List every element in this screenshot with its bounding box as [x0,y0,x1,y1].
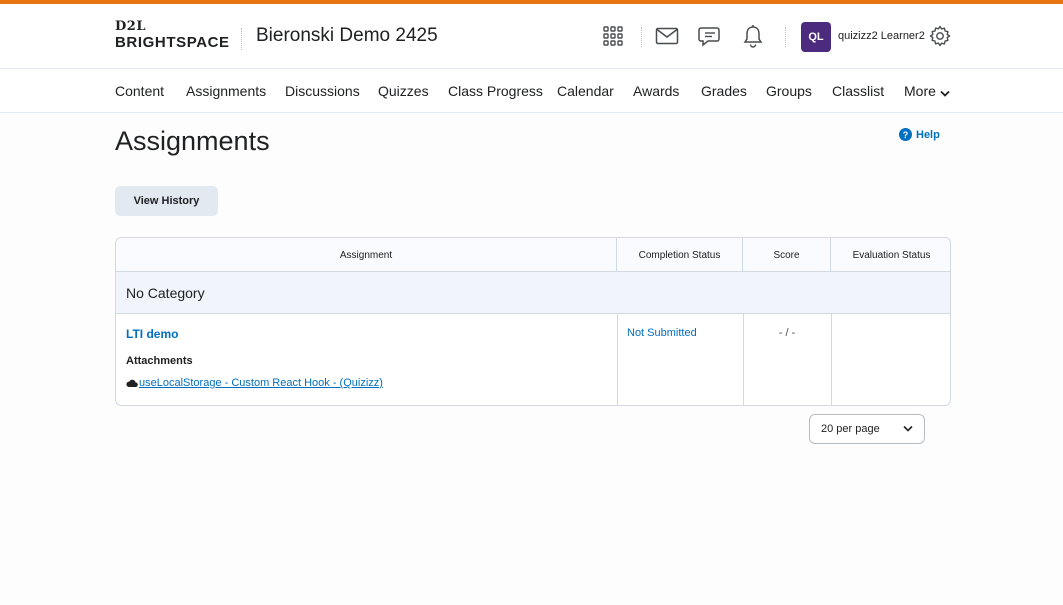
assignments-table: Assignment Completion Status Score Evalu… [115,237,951,406]
header-divider [785,27,786,47]
grid-icon[interactable] [601,24,625,48]
nav-content[interactable]: Content [115,83,164,99]
category-row: No Category [116,272,950,314]
help-link[interactable]: ? Help [899,128,940,141]
chevron-down-icon [940,84,950,100]
per-page-select[interactable]: 20 per page [809,414,925,444]
nav-more-label: More [904,83,936,99]
help-label: Help [916,128,940,141]
course-title[interactable]: Bieronski Demo 2425 [256,25,438,47]
nav-class-progress[interactable]: Class Progress [448,83,543,99]
chevron-down-icon [903,423,913,435]
column-divider [831,314,832,405]
nav-discussions[interactable]: Discussions [285,83,360,99]
score-value: - / - [778,327,796,339]
username[interactable]: quizizz2 Learner2 [838,30,925,42]
per-page-value: 20 per page [821,423,880,435]
nav-groups[interactable]: Groups [766,83,812,99]
nav-grades[interactable]: Grades [701,83,747,99]
nav-awards[interactable]: Awards [633,83,679,99]
header-divider [641,27,642,47]
nav-more[interactable]: More [904,83,950,100]
help-icon: ? [899,128,912,141]
header-divider [241,28,242,50]
cloud-icon [126,378,138,388]
column-header-assignment[interactable]: Assignment [116,238,617,272]
attachments-label: Attachments [126,355,193,367]
assignment-link[interactable]: LTI demo [126,327,178,341]
chat-icon[interactable] [698,24,722,48]
header: D2L BRIGHTSPACE Bieronski Demo 2425 QL q… [0,4,1063,69]
table-header-row: Assignment Completion Status Score Evalu… [116,238,950,272]
attachment-label: useLocalStorage - Custom React Hook - (Q… [139,377,383,389]
brightspace-logo[interactable]: D2L BRIGHTSPACE [115,20,230,51]
page-title: Assignments [115,126,270,156]
column-header-score[interactable]: Score [743,238,831,272]
bell-icon[interactable] [741,24,765,48]
main-content: Assignments ? Help View History Assignme… [0,113,1063,605]
view-history-button[interactable]: View History [115,186,218,216]
category-label: No Category [126,285,205,301]
course-navbar: Content Assignments Discussions Quizzes … [0,70,1063,113]
nav-calendar[interactable]: Calendar [557,83,614,99]
nav-classlist[interactable]: Classlist [832,83,884,99]
avatar[interactable]: QL [801,22,831,52]
gear-icon[interactable] [928,24,952,48]
mail-icon[interactable] [655,24,679,48]
attachment-link[interactable]: useLocalStorage - Custom React Hook - (Q… [126,377,383,389]
logo-d2l-text: D2L [115,19,146,34]
column-divider [617,314,618,405]
completion-status: Not Submitted [627,327,697,339]
logo-brightspace-text: BRIGHTSPACE [115,34,230,51]
nav-assignments[interactable]: Assignments [186,83,266,99]
nav-quizzes[interactable]: Quizzes [378,83,429,99]
column-header-evaluation-status[interactable]: Evaluation Status [831,238,950,272]
column-header-completion-status[interactable]: Completion Status [617,238,743,272]
